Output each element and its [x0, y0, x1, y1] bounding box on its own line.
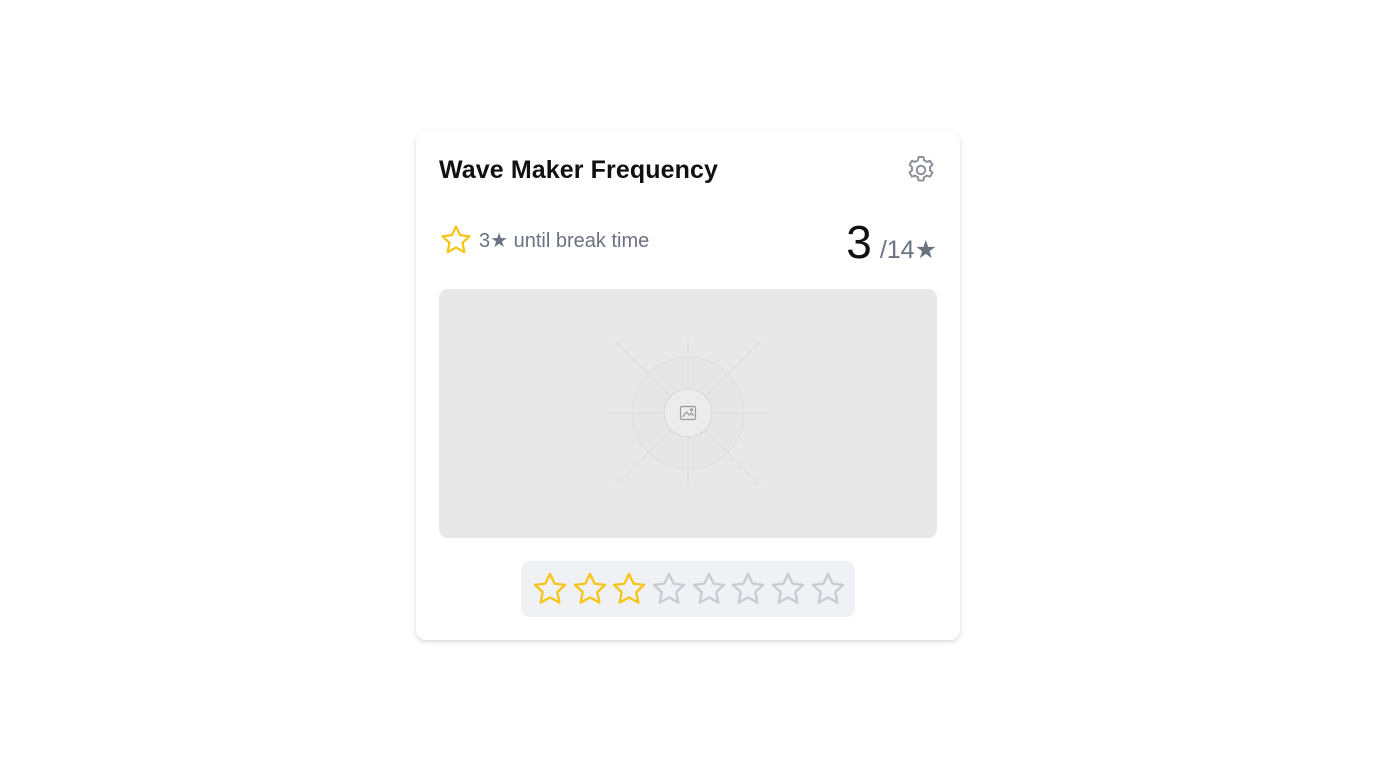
image-placeholder [439, 289, 937, 538]
break-info: 3★ until break time [439, 223, 649, 257]
break-text: 3★ until break time [479, 229, 650, 252]
rating-star-empty-6[interactable] [729, 570, 767, 608]
gear-icon [904, 153, 938, 187]
card: Wave Maker Frequency 3★ until break time… [416, 131, 960, 640]
star-outline-icon [439, 223, 473, 257]
card-title: Wave Maker Frequency [439, 156, 718, 184]
rating-star-empty-7[interactable] [769, 570, 807, 608]
rating-star-filled-3[interactable] [610, 570, 648, 608]
settings-button[interactable] [904, 153, 938, 187]
star-rating [521, 561, 855, 617]
rating-star-filled-2[interactable] [571, 570, 609, 608]
rating-star-empty-4[interactable] [650, 570, 688, 608]
score-total: /14★ [879, 236, 937, 264]
rating-star-filled-1[interactable] [531, 570, 569, 608]
score: 3 /14★ [846, 215, 937, 269]
rating-star-empty-8[interactable] [809, 570, 847, 608]
score-value: 3 [846, 216, 872, 268]
rating-star-empty-5[interactable] [690, 570, 728, 608]
